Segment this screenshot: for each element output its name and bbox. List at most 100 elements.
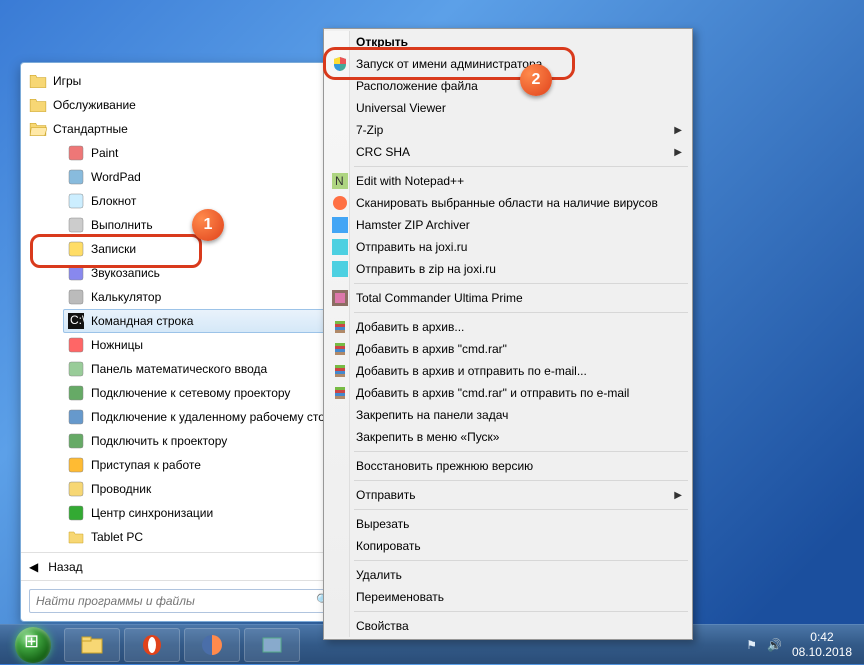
program-label: Записки — [91, 242, 136, 256]
context-menu-item[interactable]: Расположение файла — [326, 75, 690, 97]
program-item-sound[interactable]: Звукозапись — [25, 261, 341, 285]
sound-icon — [67, 264, 85, 282]
context-menu-item[interactable]: Закрепить в меню «Пуск» — [326, 426, 690, 448]
annotation-marker-2: 2 — [520, 64, 552, 96]
folder-accessories[interactable]: Стандартные — [25, 117, 341, 141]
program-item-rdp[interactable]: Подключение к удаленному рабочему сто… — [25, 405, 341, 429]
svg-text:C:\: C:\ — [70, 313, 84, 327]
context-menu-item[interactable]: Добавить в архив и отправить по e-mail..… — [326, 360, 690, 382]
program-item-cmd[interactable]: C:\ Командная строка — [25, 309, 341, 333]
folder-label: Игры — [53, 74, 81, 88]
program-item-start[interactable]: Приступая к работе — [25, 453, 341, 477]
folder-label: Стандартные — [53, 122, 128, 136]
context-menu-item[interactable]: Добавить в архив "cmd.rar" — [326, 338, 690, 360]
program-item-notepad[interactable]: Блокнот — [25, 189, 341, 213]
context-menu-item[interactable]: Удалить — [326, 564, 690, 586]
menu-item-label: Открыть — [356, 35, 408, 49]
folder-maintenance[interactable]: Обслуживание — [25, 93, 341, 117]
program-label: Командная строка — [91, 314, 193, 328]
context-menu-item[interactable]: Копировать — [326, 535, 690, 557]
program-item-proj[interactable]: Подключить к проектору — [25, 429, 341, 453]
clock[interactable]: 0:42 08.10.2018 — [792, 630, 852, 659]
taskbar-app[interactable] — [244, 628, 300, 662]
context-menu-item[interactable]: 7-Zip▶ — [326, 119, 690, 141]
context-menu-item[interactable]: Отправить в zip на joxi.ru — [326, 258, 690, 280]
folder-open-icon — [29, 120, 47, 138]
program-label: Калькулятор — [91, 290, 161, 304]
rar-icon — [331, 318, 349, 336]
context-menu-item[interactable]: NEdit with Notepad++ — [326, 170, 690, 192]
explorer-icon — [67, 480, 85, 498]
context-menu-item[interactable]: Отправить на joxi.ru — [326, 236, 690, 258]
hamster-icon — [331, 216, 349, 234]
submenu-arrow-icon: ▶ — [674, 147, 682, 158]
separator — [354, 611, 688, 612]
menu-item-label: Расположение файла — [356, 79, 478, 93]
folder-games[interactable]: Игры — [25, 69, 341, 93]
search-input[interactable] — [29, 589, 337, 613]
menu-item-label: Отправить в zip на joxi.ru — [356, 262, 496, 276]
separator — [354, 480, 688, 481]
context-menu-item[interactable]: Свойства — [326, 615, 690, 637]
annotation-marker-1: 1 — [192, 209, 224, 241]
start-icon — [67, 456, 85, 474]
menu-item-label: Закрепить в меню «Пуск» — [356, 430, 499, 444]
taskbar-opera[interactable] — [124, 628, 180, 662]
program-item-calc[interactable]: Калькулятор — [25, 285, 341, 309]
menu-item-label: Отправить на joxi.ru — [356, 240, 467, 254]
context-menu-item[interactable]: Добавить в архив... — [326, 316, 690, 338]
folder-icon — [29, 96, 47, 114]
taskbar-firefox[interactable] — [184, 628, 240, 662]
menu-item-label: Восстановить прежнюю версию — [356, 459, 533, 473]
volume-icon[interactable]: 🔊 — [767, 638, 782, 652]
context-menu-item[interactable]: Сканировать выбранные области на наличие… — [326, 192, 690, 214]
program-item-paint[interactable]: Paint — [25, 141, 341, 165]
context-menu-item[interactable]: Отправить▶ — [326, 484, 690, 506]
context-menu-item[interactable]: Закрепить на панели задач — [326, 404, 690, 426]
windows-orb-icon — [15, 627, 51, 663]
context-menu-item[interactable]: CRC SHA ▶ — [326, 141, 690, 163]
menu-item-label: Переименовать — [356, 590, 444, 604]
menu-item-label: CRC SHA — [356, 145, 410, 159]
program-label: Подключение к сетевому проектору — [91, 386, 290, 400]
context-menu-item[interactable]: Вырезать — [326, 513, 690, 535]
clock-date: 08.10.2018 — [792, 645, 852, 659]
context-menu-item[interactable]: Hamster ZIP Archiver — [326, 214, 690, 236]
context-menu-item[interactable]: Добавить в архив "cmd.rar" и отправить п… — [326, 382, 690, 404]
program-item-math[interactable]: Панель математического ввода — [25, 357, 341, 381]
context-menu-item[interactable]: Переименовать — [326, 586, 690, 608]
program-item-run[interactable]: Выполнить — [25, 213, 341, 237]
start-menu-panel: Игры Обслуживание Стандартные PaintWordP… — [20, 62, 346, 622]
taskbar-explorer[interactable] — [64, 628, 120, 662]
program-label: Проводник — [91, 482, 151, 496]
menu-item-label: Вырезать — [356, 517, 409, 531]
program-item-explorer[interactable]: Проводник — [25, 477, 341, 501]
context-menu-item[interactable]: Universal Viewer — [326, 97, 690, 119]
context-menu-item[interactable]: Открыть — [326, 31, 690, 53]
program-item-wordpad[interactable]: WordPad — [25, 165, 341, 189]
proj-icon — [67, 432, 85, 450]
rdp-icon — [67, 408, 85, 426]
run-icon — [67, 216, 85, 234]
program-label: Приступая к работе — [91, 458, 201, 472]
search-row: 🔍 — [21, 580, 345, 621]
subfolder-item[interactable]: Tablet PC — [25, 525, 341, 549]
program-item-snip[interactable]: Ножницы — [25, 333, 341, 357]
submenu-arrow-icon: ▶ — [674, 490, 682, 501]
program-label: Подключить к проектору — [91, 434, 227, 448]
context-menu-item[interactable]: Запуск от имени администратора — [326, 53, 690, 75]
context-menu-item[interactable]: Восстановить прежнюю версию — [326, 455, 690, 477]
program-item-sync[interactable]: Центр синхронизации — [25, 501, 341, 525]
cmd-icon: C:\ — [67, 312, 85, 330]
back-button[interactable]: ◀ Назад — [21, 552, 345, 580]
tray-flag-icon[interactable]: ⚑ — [746, 638, 757, 652]
start-button[interactable] — [6, 625, 60, 665]
calc-icon — [67, 288, 85, 306]
context-menu: Открыть Запуск от имени администратора Рас… — [323, 28, 693, 640]
snip-icon — [67, 336, 85, 354]
program-item-sticky[interactable]: Записки — [25, 237, 341, 261]
menu-item-label: Total Commander Ultima Prime — [356, 291, 523, 305]
program-item-netproj[interactable]: Подключение к сетевому проектору — [25, 381, 341, 405]
program-label: Подключение к удаленному рабочему сто… — [91, 410, 337, 424]
context-menu-item[interactable]: Total Commander Ultima Prime — [326, 287, 690, 309]
